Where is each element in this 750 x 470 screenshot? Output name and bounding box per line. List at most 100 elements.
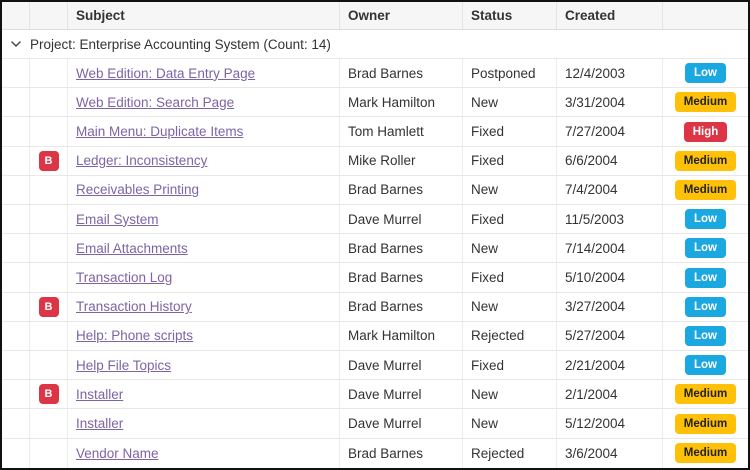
row-expand-cell [2,117,30,145]
subject-link[interactable]: Transaction Log [76,270,172,285]
priority-cell: Medium [663,439,748,468]
table-row: BInstallerDave MurrelNew2/1/2004Medium [2,380,748,409]
status-cell: Rejected [463,439,557,468]
status-cell: Fixed [463,147,557,175]
priority-badge: Medium [675,384,736,404]
created-cell: 12/4/2003 [557,59,663,87]
subject-cell: Main Menu: Duplicate Items [68,117,340,145]
priority-cell: Low [663,59,748,87]
flag-b-badge: B [39,151,59,171]
row-flag-cell [30,59,68,87]
header-cell-priority [663,2,748,29]
subject-cell: Help File Topics [68,351,340,379]
priority-cell: Medium [663,380,748,408]
grid-header-row: Subject Owner Status Created [2,2,748,30]
flag-b-badge: B [39,384,59,404]
created-cell: 7/4/2004 [557,176,663,204]
collapse-group-button[interactable] [2,38,30,50]
subject-link[interactable]: Ledger: Inconsistency [76,153,207,168]
subject-cell: Vendor Name [68,439,340,468]
status-cell: Rejected [463,322,557,350]
subject-cell: Receivables Printing [68,176,340,204]
subject-link[interactable]: Installer [76,387,123,402]
status-cell: New [463,293,557,321]
table-row: Receivables PrintingBrad BarnesNew7/4/20… [2,176,748,205]
data-grid: Subject Owner Status Created Project: En… [0,0,750,470]
priority-cell: Low [663,234,748,262]
row-expand-cell [2,147,30,175]
priority-cell: Medium [663,147,748,175]
priority-badge: Medium [675,180,736,200]
priority-cell: High [663,117,748,145]
header-cell-subject[interactable]: Subject [68,2,340,29]
owner-cell: Brad Barnes [340,176,463,204]
subject-link[interactable]: Receivables Printing [76,182,199,197]
priority-badge: Low [685,268,726,288]
table-row: Main Menu: Duplicate ItemsTom HamlettFix… [2,117,748,146]
priority-cell: Medium [663,409,748,437]
status-cell: New [463,88,557,116]
owner-cell: Dave Murrel [340,205,463,233]
priority-badge: Medium [675,443,736,463]
priority-badge: High [684,122,728,142]
priority-cell: Low [663,263,748,291]
owner-cell: Brad Barnes [340,439,463,468]
table-row: Installer Dave MurrelNew5/12/2004 Medium [2,409,748,438]
created-cell: 5/12/2004 [557,409,663,437]
header-cell-owner[interactable]: Owner [340,2,463,29]
status-cell: New [463,409,557,437]
priority-badge: Low [685,326,726,346]
priority-badge: Low [685,209,726,229]
created-cell: 3/6/2004 [557,439,663,468]
subject-link[interactable]: Help: Phone scripts [76,328,193,343]
row-flag-cell [30,263,68,291]
priority-badge: Low [685,238,726,258]
subject-cell: Installer [68,380,340,408]
row-flag-cell: B [30,380,68,408]
subject-link[interactable]: Main Menu: Duplicate Items [76,124,243,139]
owner-cell: Mike Roller [340,147,463,175]
row-expand-cell [2,263,30,291]
row-flag-cell [30,88,68,116]
subject-link[interactable]: Web Edition: Data Entry Page [76,66,255,81]
owner-cell: Dave Murrel [340,409,463,437]
subject-link[interactable]: Web Edition: Search Page [76,95,234,110]
status-cell: New [463,380,557,408]
owner-cell: Mark Hamilton [340,88,463,116]
row-expand-cell [2,293,30,321]
table-row: Transaction LogBrad BarnesFixed5/10/2004… [2,263,748,292]
subject-link[interactable]: Email System [76,212,159,227]
priority-cell: Low [663,205,748,233]
row-expand-cell [2,439,30,468]
owner-cell: Brad Barnes [340,59,463,87]
subject-link[interactable]: Transaction History [76,299,192,314]
table-row: BLedger: InconsistencyMike RollerFixed6/… [2,147,748,176]
row-flag-cell [30,234,68,262]
header-cell-status[interactable]: Status [463,2,557,29]
row-expand-cell [2,234,30,262]
status-cell: Fixed [463,263,557,291]
header-cell-created[interactable]: Created [557,2,663,29]
row-flag-cell: B [30,147,68,175]
created-cell: 3/27/2004 [557,293,663,321]
subject-cell: Transaction History [68,293,340,321]
table-row: Email AttachmentsBrad BarnesNew7/14/2004… [2,234,748,263]
priority-badge: Medium [675,414,736,434]
group-row-label: Project: Enterprise Accounting System (C… [30,37,331,52]
row-flag-cell [30,439,68,468]
status-cell: Fixed [463,117,557,145]
subject-link[interactable]: Vendor Name [76,446,159,461]
created-cell: 3/31/2004 [557,88,663,116]
subject-link[interactable]: Help File Topics [76,358,171,373]
priority-badge: Medium [675,151,736,171]
created-cell: 5/27/2004 [557,322,663,350]
row-expand-cell [2,322,30,350]
subject-link[interactable]: Email Attachments [76,241,188,256]
subject-link[interactable]: Installer [76,416,123,431]
table-row: Email SystemDave MurrelFixed11/5/2003Low [2,205,748,234]
status-cell: Fixed [463,205,557,233]
row-flag-cell [30,322,68,350]
row-flag-cell [30,205,68,233]
table-row: Web Edition: Search Page Mark HamiltonNew… [2,88,748,117]
row-flag-cell: B [30,293,68,321]
